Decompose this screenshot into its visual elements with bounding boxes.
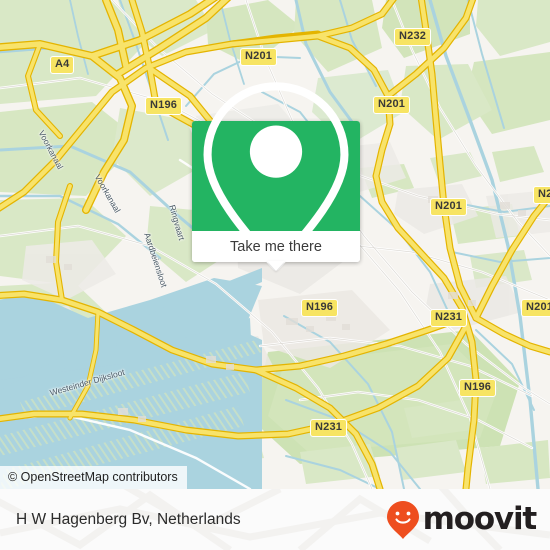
map-screen: Voorkanaal Voorkanaal Ringvaart Aardbeie… — [0, 0, 550, 550]
road-shield-n2: N2 — [533, 186, 550, 204]
road-shield-n196: N196 — [145, 97, 183, 115]
moovit-logo[interactable]: moovit — [386, 500, 538, 540]
popup-action-label: Take me there — [230, 238, 322, 255]
road-shield-n196: N196 — [459, 379, 497, 397]
road-shield-n201: N201 — [373, 96, 411, 114]
popup-header — [192, 81, 360, 271]
road-shield-n231: N231 — [310, 419, 348, 437]
popup-action[interactable]: Take me there — [192, 231, 360, 271]
road-shield-n231: N231 — [430, 309, 468, 327]
place-title: H W Hagenberg Bv, Netherlands — [16, 510, 241, 528]
map-pin-icon — [203, 81, 349, 271]
moovit-wordmark: moovit — [422, 501, 538, 537]
map-canvas[interactable]: Voorkanaal Voorkanaal Ringvaart Aardbeie… — [0, 0, 550, 489]
road-shield-n201: N201 — [430, 198, 468, 216]
road-shield-a4: A4 — [50, 56, 75, 74]
footer-bar: H W Hagenberg Bv, Netherlands moovit — [0, 489, 550, 550]
road-shield-n201: N201 — [521, 299, 550, 317]
moovit-pin-icon — [386, 500, 419, 539]
popup-tail — [267, 261, 285, 271]
osm-attribution[interactable]: © OpenStreetMap contributors — [0, 466, 187, 489]
location-popup-card[interactable]: Take me there — [192, 81, 360, 271]
road-shield-n232: N232 — [394, 28, 432, 46]
